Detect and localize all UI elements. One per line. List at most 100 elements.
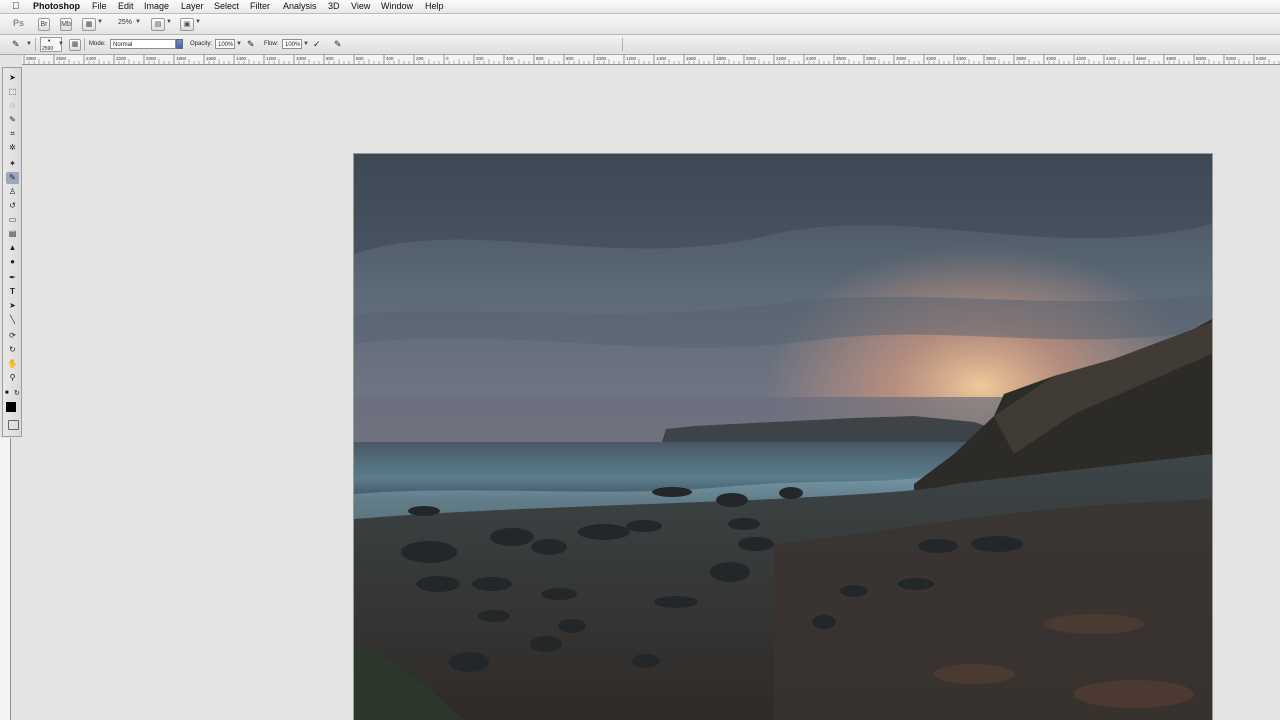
ruler-tick-label: 3000 [896, 56, 907, 61]
flow-label: Flow: [264, 41, 279, 47]
menu-window[interactable]: Window [381, 0, 413, 13]
seascape-photo [354, 154, 1212, 720]
mode-select-stepper-icon[interactable] [176, 39, 183, 49]
ruler-tick-label: 3800 [1016, 56, 1027, 61]
ruler-tick-label: 2800 [866, 56, 877, 61]
ruler-tick-label: 1600 [206, 56, 217, 61]
ruler-tick-label: 2800 [26, 56, 37, 61]
quick-mask-button[interactable] [8, 420, 19, 430]
chevron-down-icon[interactable]: ▼ [97, 19, 103, 25]
document-canvas[interactable] [354, 154, 1212, 720]
ruler-tick-label: 2400 [806, 56, 817, 61]
foreground-color-swatch[interactable] [6, 402, 16, 412]
menu-filter[interactable]: Filter [250, 0, 270, 13]
vertical-ruler[interactable] [0, 438, 11, 720]
zoom-level[interactable]: 25% [118, 19, 132, 26]
view-extras-button[interactable]: ▦ [82, 18, 96, 31]
ruler-tick-label: 400 [506, 56, 514, 61]
chevron-down-icon[interactable]: ▼ [166, 19, 172, 25]
chevron-down-icon[interactable]: ▼ [26, 41, 32, 47]
ps-logo: Ps [13, 18, 25, 28]
quick-select-icon[interactable]: ✎ [6, 114, 19, 126]
mini-bridge-button[interactable]: Mb [60, 18, 72, 31]
ruler-tick-label: 2600 [836, 56, 847, 61]
shape-icon[interactable]: ╲ [6, 314, 19, 326]
menu-edit[interactable]: Edit [118, 0, 134, 13]
ruler-tick-label: 4400 [1106, 56, 1117, 61]
ruler-tick-label: 1800 [716, 56, 727, 61]
chevron-down-icon[interactable]: ▼ [303, 41, 309, 47]
chevron-down-icon[interactable]: ▼ [58, 41, 64, 47]
ruler-tick-label: 5400 [1256, 56, 1267, 61]
airbrush-icon[interactable]: ✓ [313, 39, 321, 50]
menu-file[interactable]: File [92, 0, 107, 13]
blur-icon[interactable]: ▲ [6, 242, 19, 254]
bridge-button[interactable]: Br [38, 18, 50, 31]
swap-colors-icon[interactable]: ↻ [14, 389, 20, 397]
brush-tool-preset-icon[interactable]: ✎ [12, 39, 20, 50]
ruler-tick-label: 2200 [116, 56, 127, 61]
ruler-tick-label: 3600 [986, 56, 997, 61]
eyedropper-icon[interactable]: ✲ [6, 142, 19, 154]
ruler-tick-label: 1000 [596, 56, 607, 61]
ruler-tick-label: 3400 [956, 56, 967, 61]
chevron-down-icon[interactable]: ▼ [195, 19, 201, 25]
clone-stamp-icon[interactable]: ♙ [6, 186, 19, 198]
healing-brush-icon[interactable]: ✦ [6, 158, 19, 170]
ruler-tick-label: 0 [446, 56, 449, 61]
history-brush-icon[interactable]: ↺ [6, 200, 19, 212]
ruler-tick-label: 2000 [146, 56, 157, 61]
options-bar: ✎ ▼ • 2590 ▼ ▦ Mode: Normal Opacity: 100… [0, 35, 1280, 55]
opacity-field[interactable]: 100% [215, 39, 235, 49]
path-select-icon[interactable]: ➤ [6, 300, 19, 312]
ruler-tick-label: 800 [326, 56, 334, 61]
opacity-label: Opacity: [190, 41, 213, 47]
crop-icon[interactable]: ⌗ [6, 128, 19, 140]
flow-field[interactable]: 100% [282, 39, 302, 49]
menu-analysis[interactable]: Analysis [283, 0, 317, 13]
pen-icon[interactable]: ✒ [6, 272, 19, 284]
app-menu[interactable]: Photoshop [33, 0, 80, 13]
type-icon[interactable]: T [6, 286, 19, 298]
screen-mode-button[interactable]: ▣ [180, 18, 194, 31]
chevron-down-icon[interactable]: ▼ [236, 41, 242, 47]
ruler-tick-label: 4600 [1136, 56, 1147, 61]
arrange-documents-button[interactable]: ▤ [151, 18, 165, 31]
brush-size-value: 2590 [42, 46, 54, 52]
apple-icon[interactable]:  [12, 0, 20, 13]
zoom-icon[interactable]: ⚲ [6, 372, 19, 384]
brush-panel-toggle-button[interactable]: ▦ [69, 39, 81, 51]
3d-rotate-icon[interactable]: ⟳ [6, 330, 19, 342]
application-bar: Ps Br Mb ▦ ▼ 25% ▼ ▤ ▼ ▣ ▼ [0, 14, 1280, 35]
dodge-icon[interactable]: ● [6, 256, 19, 268]
default-colors-icon[interactable]: ■ [5, 390, 9, 396]
ruler-tick-label: 3200 [926, 56, 937, 61]
ruler-tick-label: 4000 [1046, 56, 1057, 61]
menu-help[interactable]: Help [425, 0, 444, 13]
ruler-tick-label: 2400 [86, 56, 97, 61]
menu-3d[interactable]: 3D [328, 0, 340, 13]
menu-layer[interactable]: Layer [181, 0, 204, 13]
eraser-icon[interactable]: ▭ [6, 214, 19, 226]
hand-icon[interactable]: ✋ [6, 358, 19, 370]
ruler-tick-label: 1400 [236, 56, 247, 61]
lasso-icon[interactable]: ◌ [6, 100, 19, 112]
menu-select[interactable]: Select [214, 0, 239, 13]
mode-select[interactable]: Normal [110, 39, 176, 49]
ruler-tick-label: 2000 [746, 56, 757, 61]
ruler-tick-label: 1200 [626, 56, 637, 61]
3d-orbit-icon[interactable]: ↻ [6, 344, 19, 356]
tablet-pressure-size-icon[interactable]: ✎ [334, 39, 342, 50]
gradient-icon[interactable]: ▤ [6, 228, 19, 240]
move-icon[interactable]: ➤ [6, 72, 19, 84]
marquee-icon[interactable]: ⬚ [6, 86, 19, 98]
horizontal-ruler[interactable]: 2800 2600 2400 2200 2000 1800 1600 1400 1200 1000… [22, 55, 1280, 65]
ruler-tick-label: 600 [356, 56, 364, 61]
brush-icon[interactable]: ✎ [6, 172, 19, 184]
menu-image[interactable]: Image [144, 0, 169, 13]
tablet-pressure-opacity-icon[interactable]: ✎ [247, 39, 255, 50]
chevron-down-icon[interactable]: ▼ [135, 19, 141, 25]
menu-view[interactable]: View [351, 0, 370, 13]
ruler-tick-label: 1000 [296, 56, 307, 61]
ruler-tick-label: 4800 [1166, 56, 1177, 61]
